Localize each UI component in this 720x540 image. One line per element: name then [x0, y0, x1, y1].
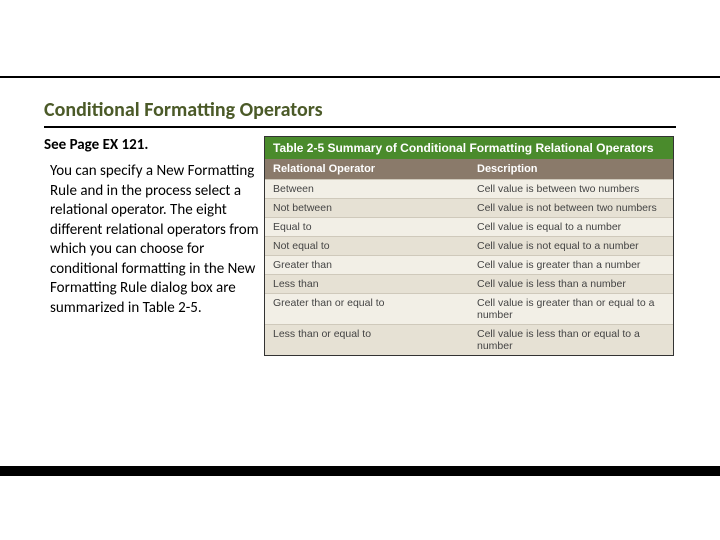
cell-operator: Less than [265, 275, 469, 293]
slide: Conditional Formatting Operators See Pag… [0, 0, 720, 540]
cell-description: Cell value is not equal to a number [469, 237, 673, 255]
top-rule [0, 76, 720, 78]
body-paragraph: You can specify a New Formatting Rule an… [50, 162, 262, 318]
cell-description: Cell value is not between two numbers [469, 199, 673, 217]
page-reference: See Page EX 121. [44, 136, 148, 154]
table-row: Less than or equal to Cell value is less… [265, 324, 673, 355]
cell-operator: Between [265, 180, 469, 198]
table-header-row: Relational Operator Description [265, 159, 673, 179]
cell-operator: Less than or equal to [265, 325, 469, 355]
slide-title: Conditional Formatting Operators [44, 98, 676, 128]
table-row: Between Cell value is between two number… [265, 179, 673, 198]
operators-table: Table 2-5 Summary of Conditional Formatt… [264, 136, 674, 356]
cell-operator: Greater than or equal to [265, 294, 469, 324]
cell-description: Cell value is equal to a number [469, 218, 673, 236]
cell-operator: Greater than [265, 256, 469, 274]
cell-operator: Equal to [265, 218, 469, 236]
table-caption: Table 2-5 Summary of Conditional Formatt… [265, 137, 673, 159]
table-row: Not between Cell value is not between tw… [265, 198, 673, 217]
table-row: Greater than Cell value is greater than … [265, 255, 673, 274]
cell-operator: Not equal to [265, 237, 469, 255]
cell-description: Cell value is less than or equal to a nu… [469, 325, 673, 355]
bottom-rule [0, 466, 720, 476]
table-row: Equal to Cell value is equal to a number [265, 217, 673, 236]
cell-description: Cell value is greater than or equal to a… [469, 294, 673, 324]
table-header-description: Description [469, 159, 673, 179]
table-row: Greater than or equal to Cell value is g… [265, 293, 673, 324]
table-row: Not equal to Cell value is not equal to … [265, 236, 673, 255]
cell-operator: Not between [265, 199, 469, 217]
cell-description: Cell value is greater than a number [469, 256, 673, 274]
cell-description: Cell value is between two numbers [469, 180, 673, 198]
table-row: Less than Cell value is less than a numb… [265, 274, 673, 293]
cell-description: Cell value is less than a number [469, 275, 673, 293]
table-header-operator: Relational Operator [265, 159, 469, 179]
